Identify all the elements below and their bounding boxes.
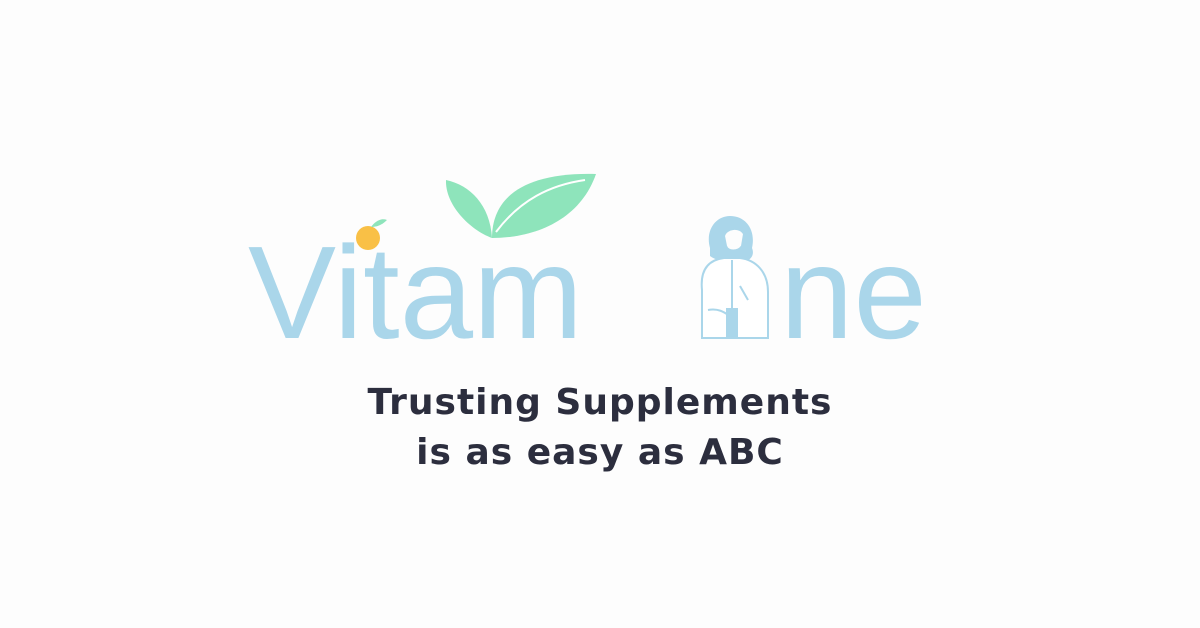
tagline-line-1: Trusting Supplements: [367, 382, 833, 423]
tagline: Trusting Supplements is as easy as ABC: [0, 378, 1200, 478]
doctor-figure-icon: [700, 216, 769, 339]
tagline-line-2: is as easy as ABC: [416, 432, 784, 473]
logo-wordmark-text: Vitam: [248, 219, 583, 366]
logo-wordmark-end-text: ne: [780, 219, 927, 366]
banner: Vitam ne Trusting Supplements is as easy: [0, 0, 1200, 628]
logo-graphic: Vitam ne: [248, 173, 927, 366]
vitamine-logo: Vitam ne: [240, 160, 970, 366]
